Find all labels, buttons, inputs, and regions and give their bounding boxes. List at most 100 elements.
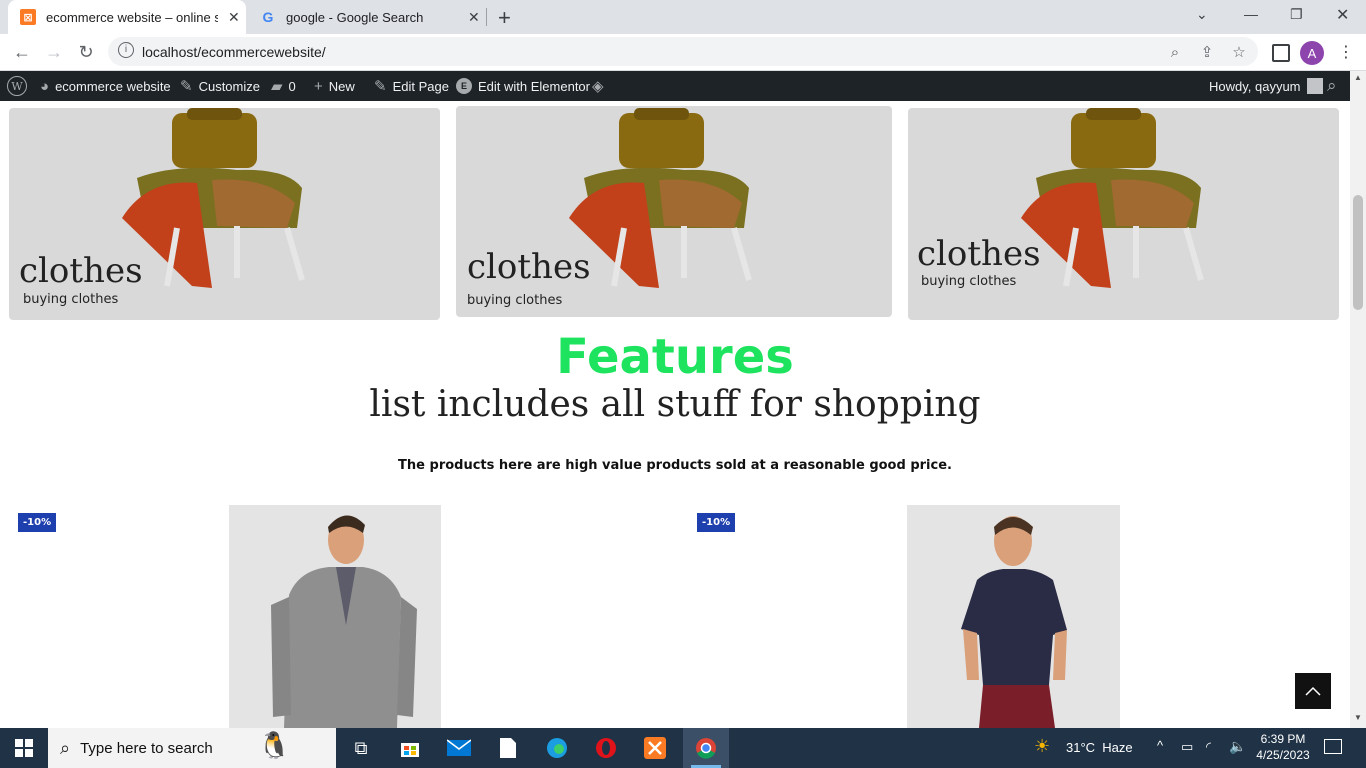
brush-icon: ✎ [180, 78, 193, 95]
howdy-label: Howdy, qayyum [1209, 78, 1301, 94]
menu-kebab-icon[interactable]: ⋮ [1338, 42, 1354, 62]
share-icon[interactable]: ⇪ [1198, 43, 1216, 61]
new-label: New [328, 78, 355, 94]
zoom-icon[interactable]: ⌕ [1166, 43, 1184, 61]
windows-taskbar: ⌕ Type here to search 🐧 ⧉ ☀ 31°C Haze ^ … [0, 728, 1366, 768]
minimize-icon[interactable]: — [1244, 6, 1258, 22]
profile-avatar[interactable]: A [1300, 41, 1324, 65]
volume-icon[interactable]: 🔈 [1229, 738, 1246, 755]
man-tshirt-image [961, 516, 1067, 728]
diamond-menu[interactable]: ◈ [592, 71, 604, 101]
my-account-menu[interactable]: Howdy, qayyum [1209, 71, 1323, 101]
category-card[interactable]: clothes buying clothes [456, 106, 892, 317]
wordpress-icon: W [7, 76, 27, 96]
taskbar-search-box[interactable]: ⌕ Type here to search 🐧 [48, 728, 336, 768]
search-icon: ⌕ [1327, 76, 1337, 95]
chrome-taskbar-button[interactable] [683, 728, 729, 768]
site-name-menu[interactable]: ◕ ecommerce website [40, 71, 171, 101]
admin-search-icon[interactable]: ⌕ [1327, 71, 1337, 101]
features-heading: Features [556, 329, 794, 385]
clothes-chair-image [569, 108, 752, 288]
new-content-menu[interactable]: + New [314, 71, 355, 101]
clock-time: 6:39 PM [1260, 732, 1306, 746]
card-subtitle: buying clothes [23, 292, 119, 307]
tab-title: ecommerce website – online stor [46, 9, 218, 25]
penguins-icon: 🐧 [258, 730, 291, 760]
show-hidden-icons-chevron-icon[interactable]: ^ [1157, 738, 1163, 753]
page-content: clothes buying clothes clothes buying cl… [0, 101, 1350, 728]
url-text[interactable]: localhost/ecommercewebsite/ [142, 44, 326, 60]
notification-center-icon[interactable] [1324, 739, 1342, 754]
clock[interactable]: 6:39 PM 4/25/2023 [1256, 731, 1310, 763]
close-icon[interactable]: ✕ [468, 9, 480, 26]
restore-icon[interactable]: ❐ [1290, 6, 1303, 23]
new-tab-icon[interactable]: + [498, 5, 511, 31]
battery-icon[interactable]: ▭ [1181, 739, 1193, 755]
windows-start-icon[interactable] [11, 736, 37, 760]
card-subtitle: buying clothes [921, 274, 1017, 289]
product-image-blazer[interactable] [229, 505, 441, 728]
store-icon[interactable] [397, 736, 423, 760]
comments-link[interactable]: ▰ 0 [271, 71, 296, 101]
chrome-icon [696, 738, 716, 759]
features-subheading: list includes all stuff for shopping [369, 384, 981, 425]
card-title: clothes [19, 251, 143, 291]
address-bar[interactable]: i localhost/ecommercewebsite/ ⌕ ⇪ ☆ [108, 37, 1258, 66]
browser-toolbar: ← → ↻ i localhost/ecommercewebsite/ ⌕ ⇪ … [0, 34, 1366, 71]
opera-icon[interactable] [593, 736, 619, 760]
network-icon[interactable]: ◜ [1206, 739, 1211, 755]
window-close-icon[interactable]: ✕ [1336, 5, 1349, 25]
customize-link[interactable]: ✎ Customize [180, 71, 260, 101]
card-title: clothes [917, 234, 1041, 274]
back-to-top-button[interactable] [1295, 673, 1331, 709]
plus-icon: + [314, 77, 323, 95]
scroll-up-arrow-icon[interactable]: ▲ [1354, 73, 1362, 82]
diamond-icon: ◈ [592, 78, 604, 95]
product-image-tshirt[interactable] [907, 505, 1120, 728]
mail-icon[interactable] [446, 736, 472, 760]
wordpress-logo-icon[interactable]: W [7, 71, 27, 101]
discount-badge: -10% [18, 513, 57, 532]
edit-elementor-link[interactable]: E Edit with Elementor [456, 71, 590, 101]
search-icon: ⌕ [60, 737, 71, 758]
edge-icon[interactable] [544, 736, 570, 760]
edit-page-link[interactable]: ✎ Edit Page [374, 71, 449, 101]
discount-badge: -10% [697, 513, 736, 532]
xampp-icon: ⊠ [20, 9, 36, 25]
category-card[interactable]: clothes buying clothes [9, 108, 440, 320]
tab-google[interactable]: G google - Google Search ✕ [248, 0, 486, 34]
pencil-icon: ✎ [374, 78, 387, 95]
tab-title: google - Google Search [286, 9, 424, 25]
wp-admin-bar: W ◕ ecommerce website ✎ Customize ▰ 0 + … [0, 71, 1366, 101]
weather-text[interactable]: 31°C Haze [1066, 740, 1133, 755]
scrollbar-thumb[interactable] [1353, 195, 1363, 310]
edit-elementor-label: Edit with Elementor [478, 78, 590, 94]
clothes-chair-image [122, 108, 305, 288]
tab-divider [486, 8, 487, 26]
file-icon[interactable] [495, 736, 521, 760]
scroll-down-arrow-icon[interactable]: ▼ [1354, 713, 1362, 722]
side-panel-icon[interactable] [1272, 44, 1290, 62]
close-icon[interactable]: ✕ [228, 9, 240, 26]
back-icon[interactable]: ← [10, 40, 34, 64]
man-blazer-image [271, 515, 417, 728]
info-icon[interactable]: i [118, 42, 134, 58]
tab-ecommerce[interactable]: ⊠ ecommerce website – online stor ✕ [8, 0, 246, 34]
xampp-icon[interactable] [642, 736, 668, 760]
clothes-chair-image [1021, 108, 1204, 288]
customize-label: Customize [198, 78, 260, 94]
search-placeholder: Type here to search [80, 739, 213, 757]
features-description: The products here are high value product… [398, 458, 952, 473]
clock-date: 4/25/2023 [1256, 748, 1310, 762]
chevron-up-icon [1305, 686, 1321, 696]
site-name-label: ecommerce website [55, 78, 171, 94]
category-card[interactable]: clothes buying clothes [908, 108, 1339, 320]
bookmark-star-icon[interactable]: ☆ [1230, 43, 1248, 61]
elementor-icon: E [456, 78, 472, 94]
reload-icon[interactable]: ↻ [74, 40, 98, 64]
task-view-icon[interactable]: ⧉ [348, 736, 374, 760]
forward-icon[interactable]: → [42, 40, 66, 64]
browser-tab-strip: ⊠ ecommerce website – online stor ✕ G go… [0, 0, 1366, 34]
tab-search-chevron-icon[interactable]: ⌄ [1196, 6, 1208, 23]
page-scrollbar[interactable]: ▲ ▼ [1350, 71, 1366, 728]
